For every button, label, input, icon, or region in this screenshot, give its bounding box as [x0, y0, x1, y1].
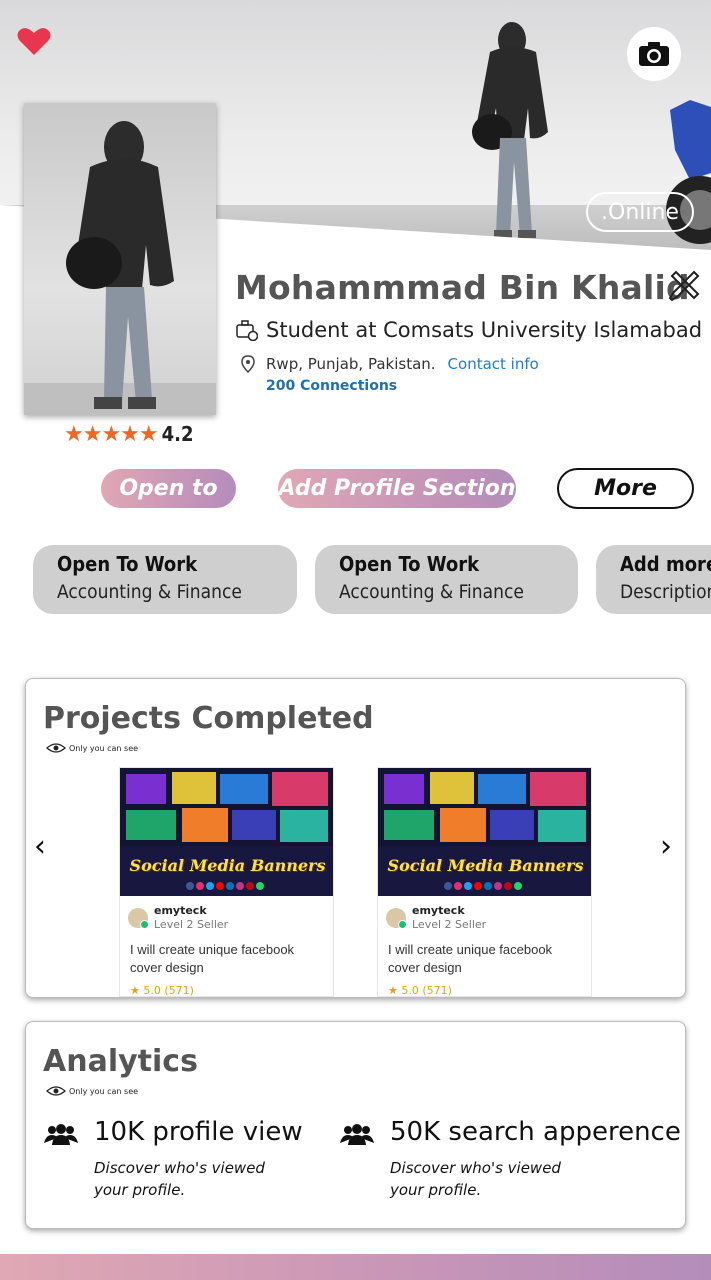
- heart-icon[interactable]: [17, 26, 51, 56]
- project-card[interactable]: Social Media Banners emyteck Level 2 Sel…: [119, 767, 334, 997]
- visibility-text: Only you can see: [69, 1086, 139, 1096]
- seller-info: emyteck Level 2 Seller: [386, 904, 486, 932]
- project-thumbnail-title: Social Media Banners: [387, 856, 584, 875]
- connections-link[interactable]: 200 Connections: [266, 378, 397, 394]
- visibility-note: Only you can see: [46, 743, 138, 753]
- open-to-work-title: Open To Work: [57, 552, 198, 576]
- people-icon: [340, 1124, 374, 1145]
- stat-value: 50K search apperence: [390, 1117, 681, 1147]
- tools-icon[interactable]: [668, 270, 700, 302]
- open-to-work-card[interactable]: Open To Work Accounting & Finance: [33, 545, 297, 614]
- eye-icon: [46, 1086, 66, 1096]
- project-description: I will create unique facebook cover desi…: [130, 942, 295, 975]
- open-to-work-subtitle: Accounting & Finance: [339, 581, 524, 603]
- seller-name: emyteck: [412, 904, 465, 917]
- add-more-description-card[interactable]: Add more Description: [596, 545, 711, 614]
- avatar: [128, 908, 149, 929]
- carousel-prev-button[interactable]: ‹: [34, 829, 46, 864]
- camera-icon: [639, 42, 669, 66]
- bottom-bar: [0, 1254, 711, 1280]
- project-rating: ★ 5.0 (571): [130, 984, 194, 997]
- location-pin-icon: [241, 355, 255, 373]
- profile-person-image: [24, 121, 216, 415]
- analytics-title: Analytics: [43, 1044, 198, 1079]
- profile-location: Rwp, Punjab, Pakistan.: [266, 355, 436, 373]
- analytics-panel: Analytics Only you can see 10K profile v…: [25, 1021, 686, 1229]
- project-thumbnail: Social Media Banners: [378, 768, 591, 896]
- project-description: I will create unique facebook cover desi…: [388, 942, 553, 975]
- projects-panel: Projects Completed Only you can see ‹ ›: [25, 678, 686, 998]
- open-to-button[interactable]: Open to: [101, 469, 236, 508]
- avatar: [386, 908, 407, 929]
- carousel-next-button[interactable]: ›: [660, 829, 672, 864]
- project-thumbnail-title: Social Media Banners: [129, 856, 326, 875]
- contact-info-link[interactable]: Contact info: [448, 355, 539, 373]
- camera-button[interactable]: [627, 27, 681, 81]
- open-to-work-title: Open To Work: [339, 552, 480, 576]
- rating: ★★★★★ 4.2: [64, 420, 194, 448]
- open-to-work-card[interactable]: Open To Work Accounting & Finance: [315, 545, 578, 614]
- stat-description: Discover who's viewed your profile.: [390, 1159, 561, 1199]
- eye-icon: [46, 743, 66, 753]
- rating-stars: ★★★★★: [64, 421, 159, 447]
- add-profile-section-button[interactable]: Add Profile Section: [278, 469, 516, 508]
- add-more-title: Add more: [620, 552, 711, 576]
- rating-value: 4.2: [161, 422, 194, 446]
- seller-level: Level 2 Seller: [412, 918, 487, 931]
- add-more-subtitle: Description: [620, 581, 711, 603]
- open-to-work-subtitle: Accounting & Finance: [57, 581, 242, 603]
- profile-headline: Student at Comsats University Islamabad: [266, 318, 703, 342]
- profile-name: Mohammmad Bin Khalid: [235, 268, 690, 307]
- seller-name: emyteck: [154, 904, 207, 917]
- visibility-text: Only you can see: [69, 743, 139, 753]
- location-row: Rwp, Punjab, Pakistan. Contact info: [240, 355, 539, 373]
- more-button[interactable]: More: [557, 468, 694, 509]
- project-rating: ★ 5.0 (571): [388, 984, 452, 997]
- projects-title: Projects Completed: [43, 701, 374, 736]
- visibility-note: Only you can see: [46, 1086, 138, 1096]
- seller-info: emyteck Level 2 Seller: [128, 904, 228, 932]
- headline-row: Student at Comsats University Islamabad: [236, 318, 702, 342]
- profile-photo[interactable]: [24, 103, 216, 415]
- stat-description: Discover who's viewed your profile.: [94, 1159, 265, 1199]
- project-card[interactable]: Social Media Banners emyteck Level 2 Sel…: [377, 767, 592, 997]
- stat-value: 10K profile view: [94, 1117, 303, 1147]
- project-thumbnail: Social Media Banners: [120, 768, 333, 896]
- briefcase-icon: [236, 320, 258, 341]
- online-status-badge: .Online: [586, 192, 694, 232]
- people-icon: [44, 1124, 78, 1145]
- seller-level: Level 2 Seller: [154, 918, 229, 931]
